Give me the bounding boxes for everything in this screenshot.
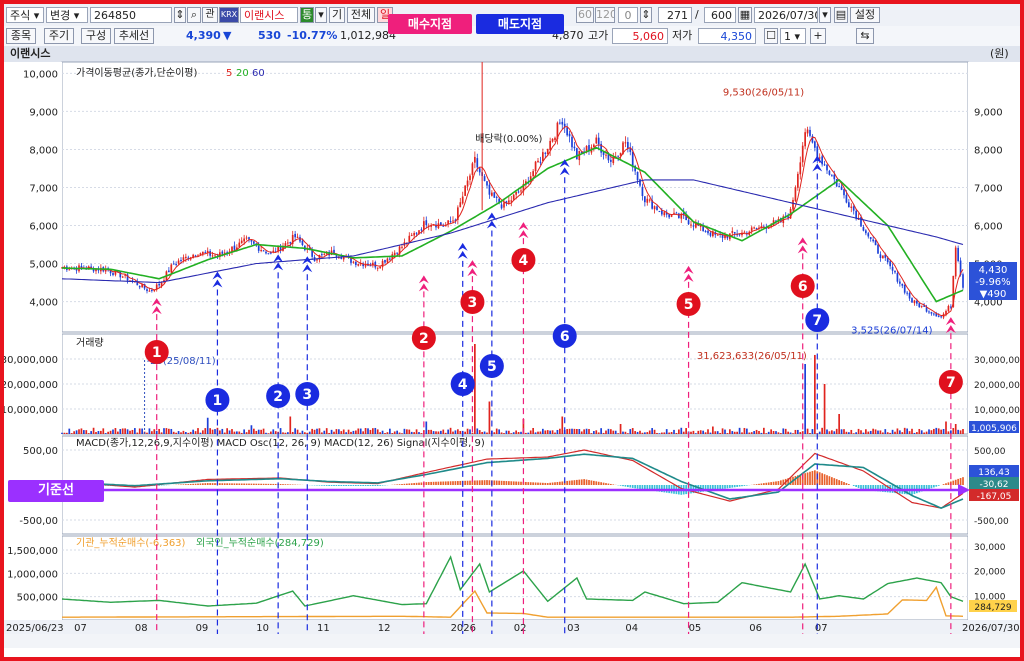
- red-frame: [0, 0, 1024, 661]
